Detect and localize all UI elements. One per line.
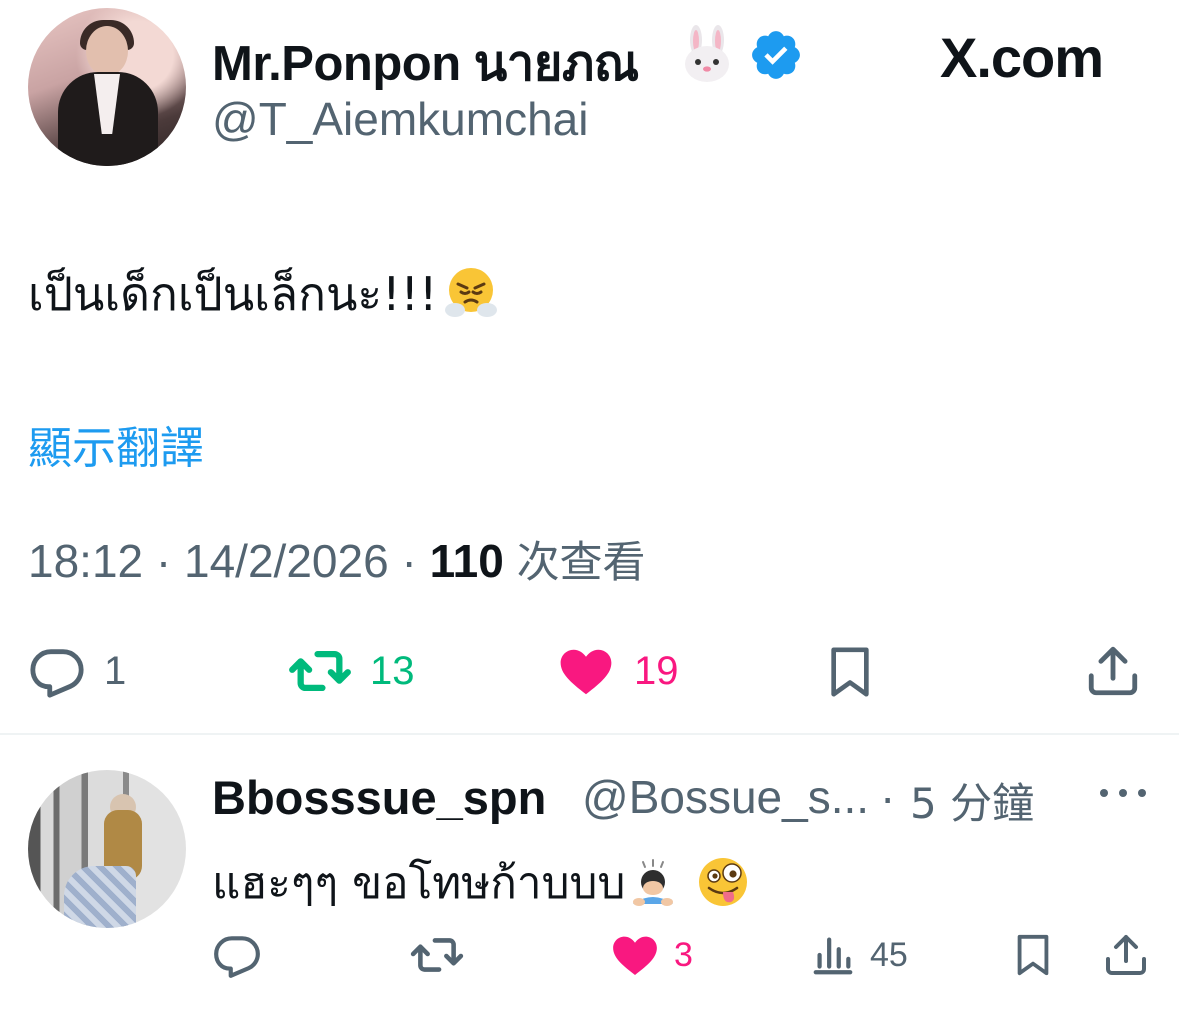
reply-separator: · — [880, 771, 896, 823]
reply-count: 1 — [104, 648, 127, 693]
tweet-meta: 18:12 · 14/2/2026 · 110 次查看 — [28, 528, 646, 590]
reply-author-handle[interactable]: @Bossue_s... — [582, 770, 869, 824]
reply-author-avatar[interactable] — [28, 770, 186, 928]
reply-share-button[interactable] — [1102, 930, 1150, 980]
reply-views-button[interactable]: 45 — [810, 930, 908, 980]
share-button[interactable] — [1084, 642, 1142, 700]
bowing-person-icon — [633, 859, 674, 906]
reply-icon — [30, 649, 84, 698]
meta-separator: · — [155, 535, 185, 587]
bookmark-button[interactable] — [822, 642, 878, 702]
bookmark-icon — [1017, 934, 1049, 976]
rabbit-face-icon — [685, 25, 729, 82]
reply-retweet-button[interactable] — [410, 930, 478, 980]
author-avatar[interactable] — [28, 8, 186, 166]
show-translation-link[interactable]: 顯示翻譯 — [28, 412, 204, 476]
views-label: 次查看 — [516, 538, 646, 588]
zany-face-icon — [699, 858, 748, 906]
face-with-steam-icon — [445, 268, 498, 317]
tweet-body: เป็นเด็กเป็นเล็กนะ!!! — [28, 267, 438, 321]
more-options-icon[interactable] — [1100, 778, 1146, 808]
tweet-time[interactable]: 18:12 — [28, 535, 143, 587]
retweet-icon — [289, 650, 351, 692]
retweet-icon — [410, 938, 464, 972]
views-count: 110 — [429, 535, 504, 587]
bookmark-icon — [831, 647, 869, 697]
reply-views-count: 45 — [870, 935, 908, 974]
reply-author-display-name[interactable]: Bbosssue_spn — [212, 770, 546, 825]
tweet-text: เป็นเด็กเป็นเล็กนะ!!! — [28, 258, 501, 331]
site-logo: X.com — [940, 24, 1104, 90]
share-icon — [1106, 935, 1146, 975]
reply-icon — [214, 936, 260, 978]
divider — [0, 733, 1179, 735]
reply-bookmark-button[interactable] — [1010, 930, 1056, 980]
meta-separator: · — [401, 535, 430, 587]
share-icon — [1088, 646, 1138, 696]
verified-badge-icon — [752, 31, 800, 79]
tweet-date[interactable]: 14/2/2026 — [184, 535, 389, 587]
reply-body: แฮะๆๆ ขอโทษก้าบบบ — [212, 858, 626, 909]
heart-icon — [613, 936, 657, 975]
author-display-name[interactable]: Mr.Ponpon นายภณ — [212, 24, 639, 102]
author-handle[interactable]: @T_Aiemkumchai — [212, 92, 588, 146]
reply-reply-button[interactable] — [212, 930, 276, 980]
site-logo-text: X.com — [940, 25, 1104, 89]
retweet-count: 13 — [370, 648, 415, 693]
analytics-icon — [813, 937, 853, 975]
like-button[interactable]: 19 — [556, 642, 679, 700]
reply-like-button[interactable]: 3 — [610, 930, 693, 980]
reply-timestamp[interactable]: 5 分鐘 — [910, 770, 1034, 831]
reply-text: แฮะๆๆ ขอโทษก้าบบบ — [212, 848, 751, 918]
heart-icon — [560, 649, 612, 695]
retweet-button[interactable]: 13 — [288, 642, 415, 700]
like-count: 19 — [634, 648, 679, 693]
reply-like-count: 3 — [674, 935, 693, 974]
reply-button[interactable]: 1 — [28, 642, 126, 700]
